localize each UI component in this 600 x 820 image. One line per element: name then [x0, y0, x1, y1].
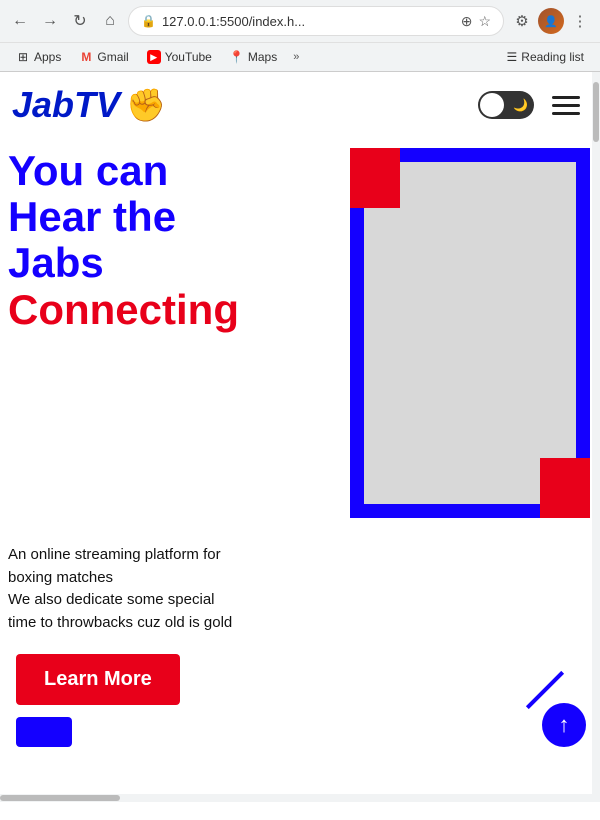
bookmark-maps[interactable]: 📍 Maps — [222, 47, 285, 67]
hero-heading-you-can: You can — [8, 148, 350, 194]
description-line-2: boxing matches — [8, 567, 592, 590]
profile-avatar[interactable]: 👤 — [538, 8, 564, 34]
cast-icon[interactable]: ⊕ — [461, 13, 473, 30]
dark-mode-toggle[interactable]: 🌙 — [478, 91, 534, 119]
logo-tv: TV — [74, 84, 120, 126]
learn-more-button[interactable]: Learn More — [16, 654, 180, 705]
bookmark-youtube-label: YouTube — [165, 50, 212, 64]
bookmark-gmail-label: Gmail — [97, 50, 128, 64]
address-bar[interactable]: 🔒 127.0.0.1:5500/index.h... ⊕ ☆ — [128, 6, 504, 36]
fist-icon: ✊ — [126, 86, 166, 124]
reload-button[interactable]: ↻ — [68, 9, 92, 33]
browser-top-bar: ← → ↻ ⌂ 🔒 127.0.0.1:5500/index.h... ⊕ ☆ … — [0, 0, 600, 42]
frame-corner-bottom-right — [540, 458, 590, 518]
site-logo: JabTV ✊ — [12, 84, 166, 126]
logo-jab: Jab — [12, 84, 74, 126]
hamburger-line-3 — [552, 112, 580, 115]
apps-icon: ⊞ — [16, 50, 30, 64]
hero-heading-jabs: Jabs — [8, 240, 350, 286]
puzzle-icon[interactable]: ⚙ — [510, 9, 534, 33]
moon-icon: 🌙 — [513, 98, 528, 112]
maps-icon: 📍 — [230, 50, 244, 64]
hero-image-container — [350, 148, 600, 528]
hamburger-line-1 — [552, 96, 580, 99]
description-line-3: We also dedicate some special — [8, 589, 592, 612]
bookmark-gmail[interactable]: M Gmail — [71, 47, 136, 67]
hero-image-frame — [350, 148, 590, 518]
browser-chrome: ← → ↻ ⌂ 🔒 127.0.0.1:5500/index.h... ⊕ ☆ … — [0, 0, 600, 72]
back-button[interactable]: ← — [8, 9, 32, 33]
hamburger-line-2 — [552, 104, 580, 107]
forward-button[interactable]: → — [38, 9, 62, 33]
toggle-knob — [480, 93, 504, 117]
hero-text: You can Hear the Jabs Connecting — [0, 148, 350, 528]
youtube-icon: ▶ — [147, 50, 161, 64]
bookmark-youtube[interactable]: ▶ YouTube — [139, 47, 220, 67]
scroll-to-top-button[interactable]: ↑ — [542, 703, 586, 747]
description-line-4: time to throwbacks cuz old is gold — [8, 612, 592, 635]
star-icon[interactable]: ☆ — [478, 13, 491, 30]
hero-description: An online streaming platform for boxing … — [0, 528, 600, 634]
home-button[interactable]: ⌂ — [98, 9, 122, 33]
bookmark-maps-label: Maps — [248, 50, 277, 64]
description-line-1: An online streaming platform for — [8, 544, 592, 567]
page-content: JabTV ✊ 🌙 You can Hear the Jabs Connecti… — [0, 72, 600, 802]
more-bookmarks[interactable]: » — [287, 48, 305, 66]
reading-list-button[interactable]: ☰ Reading list — [499, 47, 592, 67]
hero-section: You can Hear the Jabs Connecting — [0, 138, 600, 528]
address-text: 127.0.0.1:5500/index.h... — [162, 14, 455, 29]
hero-heading-hear-the: Hear the — [8, 194, 350, 240]
lock-icon: 🔒 — [141, 14, 156, 28]
horizontal-scrollbar[interactable] — [0, 794, 592, 802]
horizontal-scrollbar-thumb[interactable] — [0, 795, 120, 801]
hero-heading-connecting: Connecting — [8, 287, 350, 333]
header-right: 🌙 — [478, 91, 584, 119]
hamburger-menu-button[interactable] — [548, 92, 584, 119]
bookmark-apps[interactable]: ⊞ Apps — [8, 47, 69, 67]
site-header: JabTV ✊ 🌙 — [0, 72, 600, 138]
gmail-icon: M — [79, 50, 93, 64]
reading-list-icon: ☰ — [507, 50, 518, 64]
browser-icons: ⚙ 👤 ⋮ — [510, 8, 592, 34]
hero-image — [364, 162, 576, 504]
bookmark-apps-label: Apps — [34, 50, 61, 64]
more-button[interactable]: ⋮ — [568, 9, 592, 33]
bookmarks-bar: ⊞ Apps M Gmail ▶ YouTube 📍 Maps » ☰ Read… — [0, 42, 600, 71]
scroll-top-arrow-icon: ↑ — [559, 712, 570, 738]
reading-list-label: Reading list — [521, 50, 584, 64]
frame-corner-top-left — [350, 148, 400, 208]
watch-now-button[interactable] — [16, 717, 72, 747]
